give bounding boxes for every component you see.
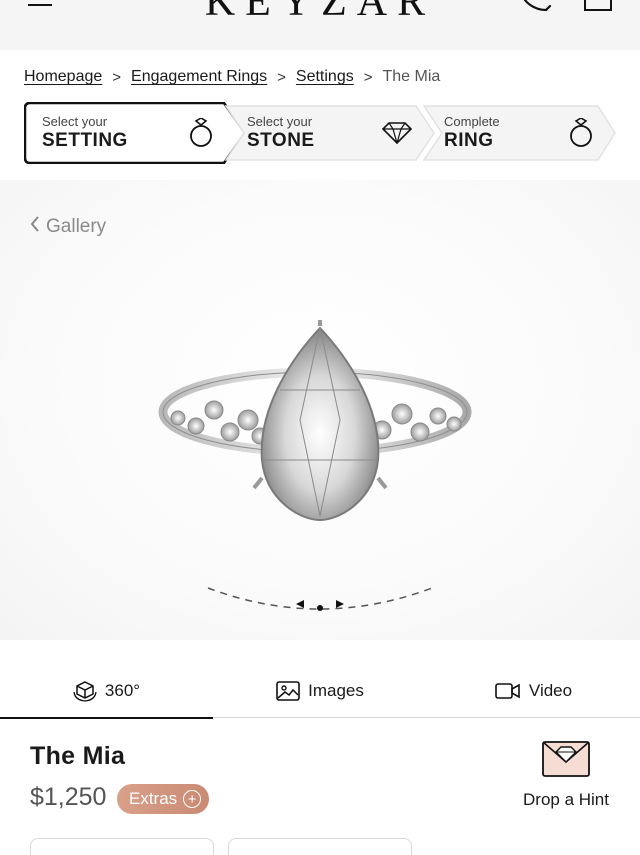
cube-360-icon bbox=[73, 680, 97, 702]
drop-a-hint-label: Drop a Hint bbox=[523, 790, 609, 809]
chevron-left-icon bbox=[30, 216, 40, 238]
breadcrumb-separator: > bbox=[112, 68, 122, 86]
media-tabs: 360° Images Video bbox=[0, 664, 640, 719]
tab-images[interactable]: Images bbox=[213, 664, 427, 718]
tab-360[interactable]: 360° bbox=[0, 664, 213, 719]
product-price: $1,250 bbox=[30, 783, 107, 811]
image-icon bbox=[276, 681, 300, 701]
breadcrumb-separator: > bbox=[363, 68, 373, 86]
breadcrumb: Homepage > Engagement Rings > Settings >… bbox=[24, 68, 440, 86]
step-select-setting-caption: Select your bbox=[42, 114, 108, 129]
breadcrumb-current: The Mia bbox=[382, 68, 441, 85]
phone-icon[interactable] bbox=[520, 0, 552, 17]
step-select-setting-label: SETTING bbox=[42, 130, 128, 151]
extras-label: Extras bbox=[129, 789, 178, 808]
tab-360-label: 360° bbox=[104, 681, 141, 700]
site-header: KEYZAR bbox=[0, 0, 640, 50]
ring-image bbox=[150, 320, 480, 545]
product-name: The Mia bbox=[30, 742, 126, 770]
option-card[interactable] bbox=[30, 838, 214, 855]
breadcrumb-homepage[interactable]: Homepage bbox=[24, 68, 102, 86]
shopping-bag-icon[interactable] bbox=[582, 0, 614, 17]
step-select-setting[interactable]: Select your SETTING bbox=[24, 102, 246, 164]
step-complete-ring-caption: Complete bbox=[444, 114, 500, 129]
step-select-stone[interactable]: Select your STONE bbox=[224, 102, 436, 164]
option-card[interactable] bbox=[228, 838, 412, 855]
video-icon bbox=[495, 682, 521, 700]
plus-icon: + bbox=[183, 790, 202, 808]
drop-a-hint-button[interactable]: Drop a Hint bbox=[512, 740, 620, 810]
breadcrumb-separator: > bbox=[277, 68, 286, 86]
breadcrumb-settings[interactable]: Settings bbox=[296, 68, 354, 86]
tab-images-label: Images bbox=[308, 681, 364, 700]
ring-icon bbox=[568, 117, 594, 153]
step-select-stone-label: STONE bbox=[247, 130, 315, 151]
tab-video[interactable]: Video bbox=[427, 664, 640, 718]
build-steps: Select your SETTING Select your STONE Co… bbox=[24, 102, 616, 164]
step-complete-ring[interactable]: Complete RING bbox=[422, 102, 616, 164]
envelope-diamond-icon bbox=[512, 740, 620, 778]
extras-button[interactable]: Extras + bbox=[117, 784, 210, 814]
step-select-stone-caption: Select your bbox=[247, 114, 313, 129]
rotate-360-hint[interactable] bbox=[200, 580, 440, 625]
gallery-back-link[interactable]: Gallery bbox=[30, 216, 106, 238]
ring-icon bbox=[188, 117, 214, 153]
step-complete-ring-label: RING bbox=[444, 130, 494, 151]
tab-video-label: Video bbox=[528, 681, 573, 700]
gallery-back-label: Gallery bbox=[46, 216, 107, 237]
breadcrumb-engagement-rings[interactable]: Engagement Rings bbox=[131, 68, 267, 86]
diamond-icon bbox=[381, 122, 413, 149]
